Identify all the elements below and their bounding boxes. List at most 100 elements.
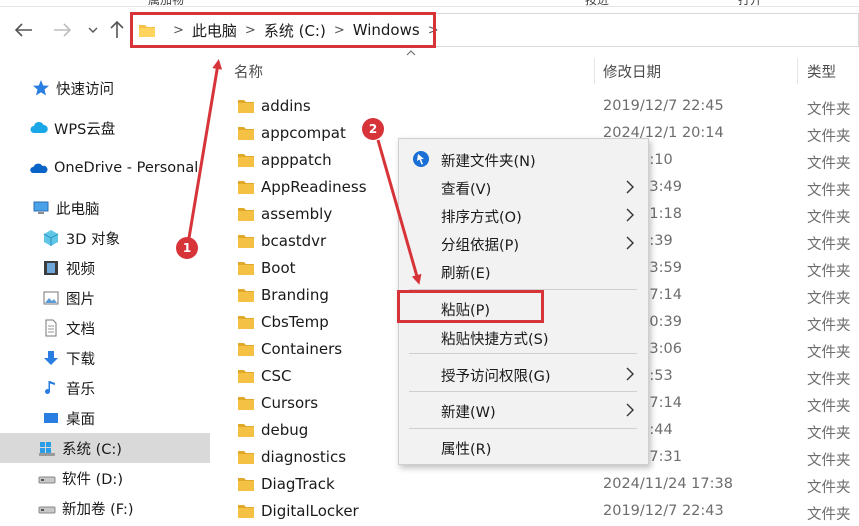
chevron-right-icon bbox=[626, 180, 634, 194]
sidebar-item-videos[interactable]: 视频 bbox=[0, 253, 210, 283]
menu-item-group-by[interactable]: 分组依据(P) bbox=[399, 229, 648, 257]
document-icon bbox=[45, 319, 57, 337]
file-type: 文件夹 bbox=[807, 345, 851, 361]
sidebar-item-label: 快速访问 bbox=[56, 81, 114, 98]
file-row[interactable]: DigitalLocker 2019/12/7 22:43 文件夹 bbox=[212, 498, 859, 525]
sidebar-item-wps-cloud[interactable]: WPS云盘 bbox=[0, 113, 210, 143]
file-type: 文件夹 bbox=[807, 426, 851, 442]
menu-separator bbox=[409, 353, 637, 354]
shield-uac-icon bbox=[413, 151, 429, 167]
folder-icon bbox=[238, 478, 254, 491]
windows-drive-icon bbox=[39, 442, 55, 456]
menu-item-label: 粘贴快捷方式(S) bbox=[441, 332, 549, 348]
file-name: bcastdvr bbox=[261, 232, 327, 250]
folder-icon bbox=[238, 289, 254, 302]
sidebar-item-label: 音乐 bbox=[66, 381, 95, 398]
file-name: AppReadiness bbox=[261, 178, 367, 196]
file-name: CSC bbox=[261, 367, 292, 385]
sidebar-item-this-pc[interactable]: 此电脑 bbox=[0, 193, 210, 223]
file-row[interactable]: addins 2019/12/7 22:45 文件夹 bbox=[212, 93, 859, 120]
recent-locations-button[interactable] bbox=[81, 18, 105, 42]
folder-icon bbox=[238, 370, 254, 383]
sidebar-item-desktop[interactable]: 桌面 bbox=[0, 403, 210, 433]
file-type: 文件夹 bbox=[807, 399, 851, 415]
file-modified-date: 2019/12/7 22:43 bbox=[603, 503, 724, 519]
menu-item-view[interactable]: 查看(V) bbox=[399, 173, 648, 201]
sidebar-item-pictures[interactable]: 图片 bbox=[0, 283, 210, 313]
sidebar-item-label: 文档 bbox=[66, 321, 95, 338]
file-type: 文件夹 bbox=[807, 480, 851, 496]
sidebar-item-label: 新加卷 (F:) bbox=[62, 501, 134, 518]
forward-button[interactable] bbox=[50, 18, 74, 42]
sidebar-item-quick-access[interactable]: 快速访问 bbox=[0, 73, 210, 103]
music-icon bbox=[45, 381, 55, 394]
sidebar-item-new-volume-f[interactable]: 新加卷 (F:) bbox=[0, 493, 210, 523]
chevron-down-icon bbox=[88, 27, 98, 33]
menu-item-sort-by[interactable]: 排序方式(O) bbox=[399, 201, 648, 229]
drive-icon bbox=[38, 476, 56, 484]
paste-highlight-box bbox=[397, 290, 544, 323]
file-name: diagnostics bbox=[261, 448, 347, 466]
sidebar-item-label: OneDrive - Personal bbox=[54, 160, 199, 176]
cube-3d-icon bbox=[43, 230, 59, 246]
film-icon bbox=[44, 261, 58, 275]
onedrive-icon bbox=[30, 163, 48, 173]
download-icon bbox=[44, 351, 58, 365]
file-type: 文件夹 bbox=[807, 318, 851, 334]
column-divider[interactable] bbox=[594, 58, 595, 84]
sidebar-item-label: 3D 对象 bbox=[66, 231, 120, 248]
column-header-modified[interactable]: 修改日期 bbox=[603, 58, 661, 84]
file-name: Cursors bbox=[261, 394, 319, 412]
sidebar-item-label: 下载 bbox=[66, 351, 95, 368]
sidebar-item-system-c[interactable]: 系统 (C:) bbox=[0, 433, 210, 463]
sidebar-item-label: 视频 bbox=[66, 261, 95, 278]
menu-item-label: 查看(V) bbox=[441, 182, 492, 198]
navigation-pane: 快速访问 WPS云盘 OneDrive - Personal 此电脑 3D 对象… bbox=[0, 58, 210, 526]
sidebar-item-software-d[interactable]: 软件 (D:) bbox=[0, 463, 210, 493]
sidebar-item-label: 系统 (C:) bbox=[62, 441, 122, 458]
address-highlight-box bbox=[130, 12, 436, 48]
folder-icon bbox=[238, 424, 254, 437]
file-type: 文件夹 bbox=[807, 291, 851, 307]
menu-item-give-access[interactable]: 授予访问权限(G) bbox=[399, 360, 648, 388]
sidebar-item-onedrive[interactable]: OneDrive - Personal bbox=[0, 153, 210, 183]
column-divider[interactable] bbox=[797, 58, 798, 84]
ribbon-strip: 属加物 按进 打开 bbox=[0, 0, 859, 7]
column-header-name[interactable]: 名称 bbox=[234, 58, 263, 84]
file-modified-date: 2019/12/7 22:45 bbox=[603, 98, 724, 114]
folder-icon bbox=[238, 451, 254, 464]
sidebar-item-documents[interactable]: 文档 bbox=[0, 313, 210, 343]
menu-item-paste-shortcut[interactable]: 粘贴快捷方式(S) bbox=[399, 323, 648, 351]
chevron-right-icon bbox=[626, 208, 634, 222]
file-name: debug bbox=[261, 421, 309, 439]
step-badge-2: 2 bbox=[362, 118, 384, 140]
menu-item-refresh[interactable]: 刷新(E) bbox=[399, 257, 648, 285]
file-type: 文件夹 bbox=[807, 129, 851, 145]
sidebar-item-downloads[interactable]: 下载 bbox=[0, 343, 210, 373]
file-type: 文件夹 bbox=[807, 264, 851, 280]
menu-item-new-folder[interactable]: 新建文件夹(N) bbox=[399, 145, 648, 173]
sidebar-item-music[interactable]: 音乐 bbox=[0, 373, 210, 403]
desktop-icon bbox=[44, 413, 58, 423]
folder-icon bbox=[238, 181, 254, 194]
file-name: DiagTrack bbox=[261, 475, 335, 493]
cloud-icon bbox=[30, 121, 48, 133]
menu-item-properties[interactable]: 属性(R) bbox=[399, 433, 648, 461]
file-type: 文件夹 bbox=[807, 156, 851, 172]
menu-item-new[interactable]: 新建(W) bbox=[399, 396, 648, 424]
column-header-type[interactable]: 类型 bbox=[807, 58, 836, 84]
file-name: CbsTemp bbox=[261, 313, 329, 331]
file-type: 文件夹 bbox=[807, 372, 851, 388]
arrow-right-icon bbox=[54, 23, 71, 37]
file-name: apppatch bbox=[261, 151, 332, 169]
menu-item-label: 属性(R) bbox=[441, 442, 492, 458]
file-name: appcompat bbox=[261, 124, 346, 142]
up-button[interactable] bbox=[105, 18, 129, 42]
step-badge-1: 1 bbox=[176, 237, 198, 259]
folder-icon bbox=[238, 262, 254, 275]
file-row[interactable]: DiagTrack 2024/11/24 17:38 文件夹 bbox=[212, 471, 859, 498]
back-button[interactable] bbox=[12, 18, 36, 42]
folder-icon bbox=[238, 100, 254, 113]
menu-item-label: 新建文件夹(N) bbox=[441, 154, 536, 170]
menu-item-label: 授予访问权限(G) bbox=[441, 369, 551, 385]
